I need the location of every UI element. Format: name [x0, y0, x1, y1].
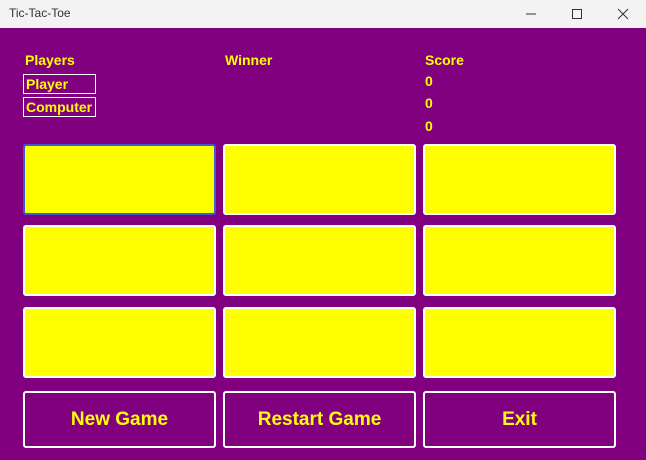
board-cell-8[interactable] — [223, 307, 416, 378]
close-button[interactable] — [600, 0, 646, 28]
players-header: Players — [25, 52, 75, 68]
app-window: Tic-Tac-Toe Players Winner Score Player … — [0, 0, 646, 460]
maximize-button[interactable] — [554, 0, 600, 28]
game-area: Players Winner Score Player Computer 0 0… — [0, 28, 646, 460]
exit-button[interactable]: Exit — [423, 391, 616, 448]
maximize-icon — [572, 9, 582, 19]
board-cell-6[interactable] — [423, 225, 616, 296]
board-cell-3[interactable] — [423, 144, 616, 215]
restart-game-button[interactable]: Restart Game — [223, 391, 416, 448]
board-cell-2[interactable] — [223, 144, 416, 215]
computer-label: Computer — [23, 97, 96, 117]
computer-score: 0 — [425, 95, 433, 111]
board-cell-7[interactable] — [23, 307, 216, 378]
close-icon — [617, 8, 629, 20]
draw-score: 0 — [425, 118, 433, 134]
player-score: 0 — [425, 73, 433, 89]
board-cell-5[interactable] — [223, 225, 416, 296]
board-cell-9[interactable] — [423, 307, 616, 378]
score-header: Score — [425, 52, 464, 68]
player-label: Player — [23, 74, 96, 94]
new-game-button[interactable]: New Game — [23, 391, 216, 448]
minimize-icon — [526, 13, 536, 15]
board-cell-1[interactable] — [23, 144, 216, 215]
board-cell-4[interactable] — [23, 225, 216, 296]
window-title: Tic-Tac-Toe — [9, 6, 71, 20]
minimize-button[interactable] — [508, 0, 554, 28]
winner-header: Winner — [225, 52, 273, 68]
title-bar: Tic-Tac-Toe — [0, 0, 646, 28]
